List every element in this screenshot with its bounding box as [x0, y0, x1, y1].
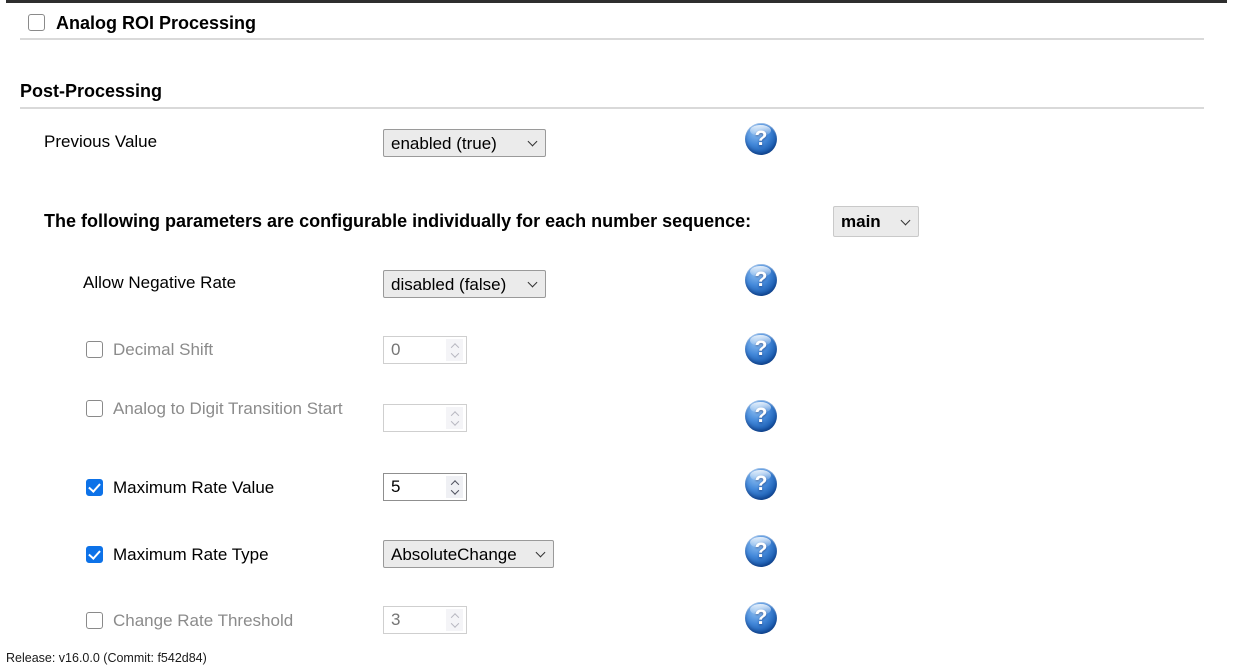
change-rate-threshold-checkbox[interactable] — [86, 612, 103, 629]
decimal-shift-checkbox[interactable] — [86, 341, 103, 358]
question-mark-icon: ? — [755, 268, 768, 292]
previous-value-help-button[interactable]: ? — [745, 123, 777, 155]
decimal-shift-help-button[interactable]: ? — [745, 333, 777, 365]
maximum-rate-type-checkbox[interactable] — [86, 546, 103, 563]
decimal-shift-input[interactable] — [384, 340, 436, 360]
release-info: Release: v16.0.0 (Commit: f542d84) — [6, 651, 207, 665]
spinner-down-icon — [450, 417, 458, 425]
decimal-shift-input-wrap — [383, 336, 467, 364]
sequence-select-wrap: main — [833, 206, 919, 237]
section-title-post-processing: Post-Processing — [20, 79, 162, 103]
change-rate-threshold-input-wrap — [383, 606, 467, 634]
sequence-note: The following parameters are configurabl… — [44, 209, 751, 233]
maximum-rate-type-select[interactable]: AbsoluteChange — [383, 540, 554, 568]
change-rate-threshold-help-button[interactable]: ? — [745, 602, 777, 634]
maximum-rate-value-input-wrap — [383, 473, 467, 501]
maximum-rate-type-label: Maximum Rate Type — [113, 545, 269, 564]
analog-to-digit-transition-start-help-button[interactable]: ? — [745, 400, 777, 432]
maximum-rate-type-help-button[interactable]: ? — [745, 535, 777, 567]
analog-to-digit-transition-start-input[interactable] — [384, 408, 436, 428]
change-rate-threshold-input[interactable] — [384, 610, 436, 630]
analog-to-digit-transition-start-input-wrap — [383, 404, 467, 432]
analog-to-digit-transition-start-checkbox[interactable] — [86, 400, 103, 417]
analog-roi-processing-checkbox[interactable] — [28, 14, 45, 31]
maximum-rate-value-row: Maximum Rate Value — [56, 476, 358, 500]
maximum-rate-type-select-wrap: AbsoluteChange — [383, 540, 554, 568]
allow-negative-rate-label: Allow Negative Rate — [83, 272, 236, 294]
analog-to-digit-transition-start-row: Analog to Digit Transition Start — [56, 397, 358, 421]
maximum-rate-value-checkbox[interactable] — [86, 479, 103, 496]
allow-negative-rate-select-wrap: disabled (false) — [383, 270, 546, 298]
spinner-down-icon — [450, 349, 458, 357]
maximum-rate-type-row: Maximum Rate Type — [56, 543, 358, 567]
change-rate-threshold-row: Change Rate Threshold — [56, 609, 358, 633]
question-mark-icon: ? — [755, 472, 768, 496]
top-divider — [6, 0, 1227, 3]
spinner-down-icon — [450, 486, 458, 494]
spinner-buttons[interactable] — [446, 609, 463, 631]
spinner-down-icon — [450, 619, 458, 627]
maximum-rate-value-input[interactable] — [384, 477, 436, 497]
spinner-buttons[interactable] — [446, 407, 463, 429]
previous-value-select-wrap: enabled (true) — [383, 129, 546, 157]
divider — [20, 107, 1204, 109]
sequence-select[interactable]: main — [833, 206, 919, 237]
previous-value-select[interactable]: enabled (true) — [383, 129, 546, 157]
decimal-shift-label: Decimal Shift — [113, 340, 213, 359]
spinner-buttons[interactable] — [446, 476, 463, 498]
allow-negative-rate-help-button[interactable]: ? — [745, 264, 777, 296]
maximum-rate-value-label: Maximum Rate Value — [113, 478, 274, 497]
question-mark-icon: ? — [755, 337, 768, 361]
change-rate-threshold-label: Change Rate Threshold — [113, 611, 293, 630]
divider — [20, 38, 1204, 40]
allow-negative-rate-select[interactable]: disabled (false) — [383, 270, 546, 298]
question-mark-icon: ? — [755, 606, 768, 630]
settings-page: Analog ROI Processing Post-Processing Pr… — [0, 0, 1257, 672]
question-mark-icon: ? — [755, 127, 768, 151]
spinner-buttons[interactable] — [446, 339, 463, 361]
previous-value-label: Previous Value — [44, 131, 157, 153]
question-mark-icon: ? — [755, 404, 768, 428]
analog-to-digit-transition-start-label: Analog to Digit Transition Start — [113, 399, 343, 418]
maximum-rate-value-help-button[interactable]: ? — [745, 468, 777, 500]
section-title-analog-roi: Analog ROI Processing — [56, 11, 256, 35]
question-mark-icon: ? — [755, 539, 768, 563]
decimal-shift-row: Decimal Shift — [56, 338, 358, 362]
